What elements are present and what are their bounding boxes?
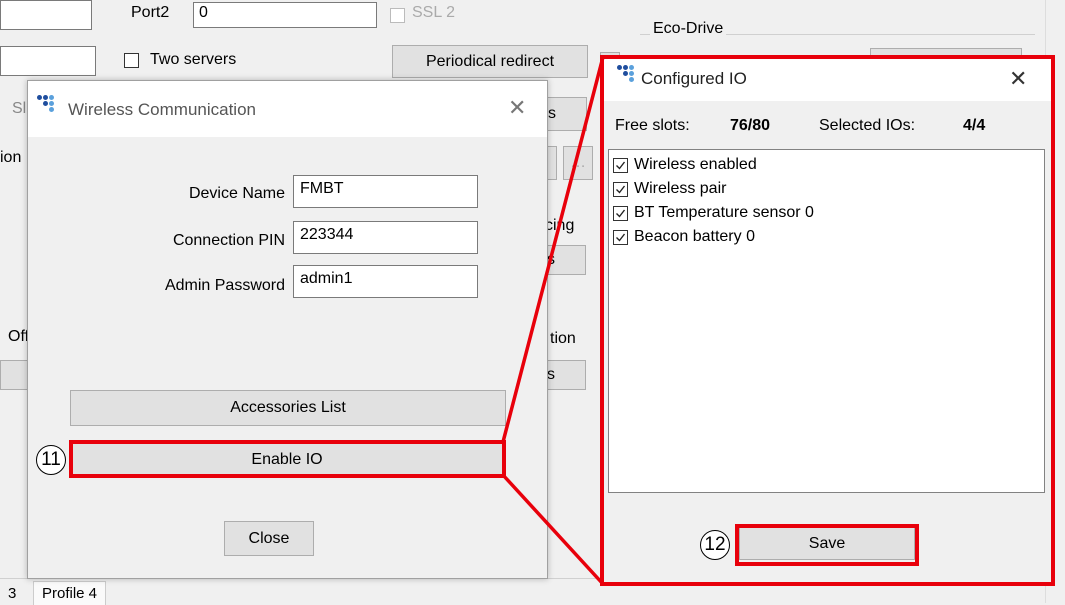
free-slots-value: 76/80 <box>730 117 771 134</box>
admin-password-label: Admin Password <box>164 277 285 294</box>
io-item-label: Beacon battery 0 <box>634 228 755 245</box>
io-checkbox[interactable] <box>613 205 628 221</box>
device-name-input[interactable]: FMBT <box>293 175 478 208</box>
bg-field-2[interactable] <box>0 46 96 76</box>
selected-ios-label: Selected IOs: <box>819 117 916 134</box>
io-list-item[interactable]: Wireless pair <box>613 177 1044 201</box>
bg-right-button-3[interactable]: … <box>563 146 593 180</box>
bg-right-fragment-tion: tion <box>550 330 576 347</box>
two-servers-label: Two servers <box>150 51 237 68</box>
io-item-label: Wireless pair <box>634 180 727 197</box>
bg-right-fragment-cing: cing <box>545 217 575 234</box>
bg-left-fragment-1: Sl <box>12 100 27 117</box>
connection-pin-input[interactable]: 223344 <box>293 221 478 254</box>
wireless-dialog-title: Wireless Communication <box>68 100 256 119</box>
bg-right-button-1[interactable]: s <box>545 97 587 131</box>
wireless-title-bar: Wireless Communication ✕ <box>28 81 547 137</box>
step-11-badge: 11 <box>36 445 66 475</box>
io-checkbox[interactable] <box>613 181 628 197</box>
bg-left-fragment-2: ion <box>0 149 22 166</box>
enable-io-button[interactable]: Enable IO <box>70 443 504 476</box>
bg-right-button-1-text: s <box>548 105 556 122</box>
ssl2-checkbox[interactable] <box>390 8 405 23</box>
bg-left-fragment-3: Off <box>8 328 30 345</box>
step-12-badge: 12 <box>700 530 730 560</box>
device-name-label: Device Name <box>188 185 285 202</box>
teltonika-logo-icon-2 <box>617 65 637 85</box>
teltonika-logo-icon <box>37 95 57 115</box>
tab-profile-4[interactable]: Profile 4 <box>33 581 107 605</box>
configured-io-close-icon[interactable]: ✕ <box>1009 68 1027 90</box>
port2-input[interactable]: 0 <box>193 2 377 28</box>
free-slots-label: Free slots: <box>615 117 690 134</box>
io-item-label: Wireless enabled <box>634 156 757 173</box>
io-checklist[interactable]: Wireless enabled Wireless pair BT Temperat… <box>608 149 1045 493</box>
admin-password-input[interactable]: admin1 <box>293 265 478 298</box>
two-servers-checkbox[interactable] <box>124 53 139 68</box>
bg-right-button-4-text: s <box>547 251 555 268</box>
io-item-label: BT Temperature sensor 0 <box>634 204 814 221</box>
port2-label: Port2 <box>131 4 170 21</box>
configured-io-dialog: Configured IO ✕ Free slots: 76/80 Select… <box>603 57 1052 585</box>
configured-io-title: Configured IO <box>641 69 747 88</box>
connection-pin-label: Connection PIN <box>172 232 285 249</box>
wireless-communication-dialog: Wireless Communication ✕ Device Name FMB… <box>27 80 548 579</box>
io-list-item[interactable]: Beacon battery 0 <box>613 225 1044 249</box>
eco-drive-label: Eco-Drive <box>650 20 727 38</box>
bg-right-button-5-text: s <box>547 366 555 383</box>
accessories-list-button[interactable]: Accessories List <box>70 390 506 426</box>
bg-left-button[interactable] <box>0 360 30 390</box>
configured-io-title-bar: Configured IO ✕ <box>603 57 1052 101</box>
io-list-item[interactable]: BT Temperature sensor 0 <box>613 201 1044 225</box>
bg-field-1[interactable] <box>0 0 92 30</box>
wireless-close-icon[interactable]: ✕ <box>508 97 526 119</box>
selected-ios-value: 4/4 <box>963 117 986 134</box>
io-checkbox[interactable] <box>613 229 628 245</box>
tab-profile-3-fragment[interactable]: 3 <box>8 585 16 602</box>
close-button[interactable]: Close <box>224 521 314 556</box>
ssl2-label: SSL 2 <box>412 4 455 21</box>
io-checkbox[interactable] <box>613 157 628 173</box>
save-button[interactable]: Save <box>739 527 915 560</box>
io-list-item[interactable]: Wireless enabled <box>613 153 1044 177</box>
periodical-redirect-button[interactable]: Periodical redirect <box>392 45 588 78</box>
